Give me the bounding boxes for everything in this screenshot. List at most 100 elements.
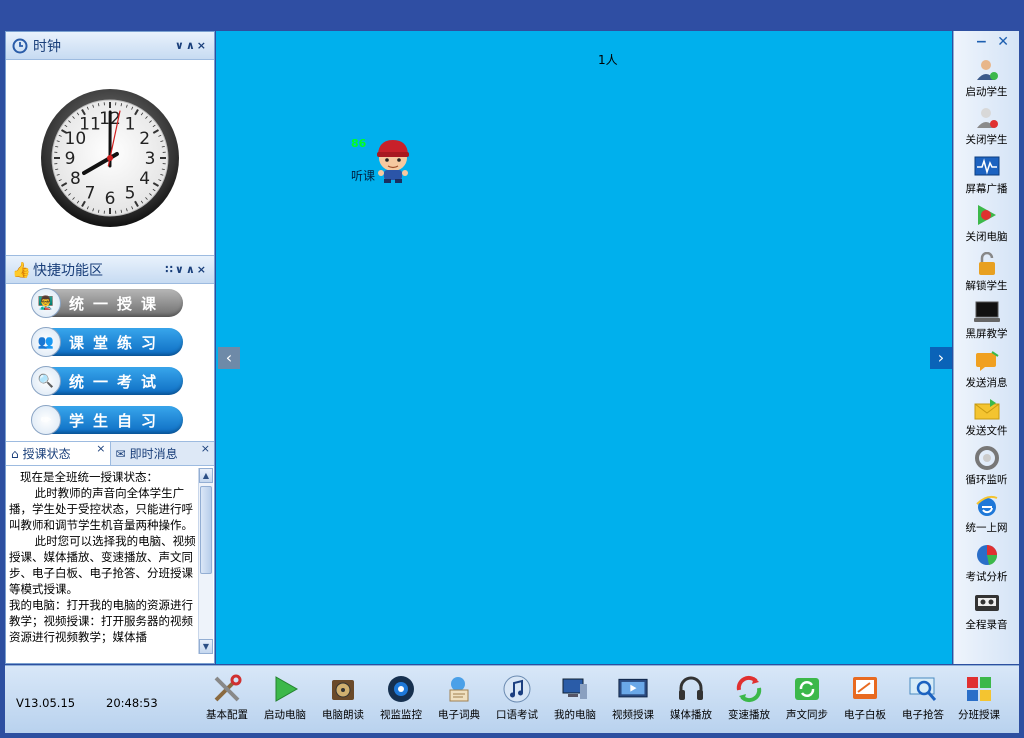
unified-teaching-button[interactable]: 👨‍🏫 统一授课 [31,288,183,318]
tab-label: 授课状态 [22,447,71,461]
clock-numeral: 2 [139,129,150,149]
basic-config-label: 基本配置 [206,709,248,721]
exam-analysis-button[interactable]: 考试分析 [954,538,1019,587]
view-monitor-button[interactable]: 视监监控 [372,674,430,726]
audio-text-sync-button[interactable]: 声文同步 [778,674,836,726]
clock-area: 121234567891011 [6,60,214,256]
clock-numeral: 3 [145,149,156,169]
clock-small-icon [12,38,28,53]
close-student-icon [974,106,1000,130]
speed-play-button[interactable]: 变速播放 [720,674,778,726]
quick-panel-header: 👍 快捷功能区 ∷∨∧× [6,256,214,284]
speed-play-label: 变速播放 [728,709,770,721]
send-file-label: 发送文件 [965,425,1008,437]
clock-numeral: 5 [125,183,136,203]
unified-internet-button[interactable]: 统一上网 [954,490,1019,539]
my-computer-button[interactable]: 我的电脑 [546,674,604,726]
black-screen-button[interactable]: 黑屏教学 [954,296,1019,345]
pencil-icon: ✏ [31,405,61,435]
tab-teaching-status[interactable]: ⌂ 授课状态 × [6,442,111,465]
bottom-toolbar: V13.05.15 20:48:53 基本配置 启动电脑 电脑朗读 视监监控 电… [5,665,1019,733]
shutdown-button[interactable]: 关闭电脑 [954,199,1019,248]
unlock-student-label: 解锁学生 [965,279,1008,292]
quick-function-area: 👨‍🏫 统一授课 👥 课堂练习 🔍 统一考试 ✏ 学生自习 [6,284,214,442]
screen-broadcast-button[interactable]: 屏幕广播 [954,150,1019,199]
message-icon [974,349,1000,373]
unified-teaching-label: 统一授课 [69,294,166,313]
media-play-button[interactable]: 媒体播放 [662,674,720,726]
oral-exam-button[interactable]: 口语考试 [488,674,546,726]
e-quiz-button[interactable]: 电子抢答 [894,674,952,726]
full-recording-label: 全程录音 [965,619,1008,631]
status-line: 我的电脑：打开我的电脑的资源进行教学；视频授课：打开服务器的视频资源进行视频教学… [9,598,193,644]
loop-listen-button[interactable]: 循环监听 [954,441,1019,490]
group-icon: 👥 [31,327,61,357]
send-file-button[interactable]: 发送文件 [954,393,1019,442]
basic-config-button[interactable]: 基本配置 [198,674,256,726]
view-monitor-label: 视监监控 [380,709,422,721]
class-practice-label: 课堂练习 [69,333,166,352]
status-text-box[interactable]: 现在是全班统一授课状态： 此时教师的声音向全体学生广播，学生处于受控状态，只能进… [6,466,214,656]
shutdown-label: 关闭电脑 [965,231,1008,243]
analog-clock: 121234567891011 [41,88,179,227]
clock-panel-title: 时钟 [33,38,61,55]
e-dictionary-button[interactable]: 电子词典 [430,674,488,726]
unlock-student-button[interactable]: 解锁学生 [954,247,1019,296]
panel-controls[interactable]: ∨∧× [175,39,208,52]
clock-numeral: 1 [125,114,136,134]
tab-instant-message[interactable]: ✉ 即时消息 × [111,442,215,465]
video-teaching-button[interactable]: 视频授课 [604,674,662,726]
exam-icon: 🔍 [31,366,61,396]
left-panel: 时钟 ∨∧× 121234567891011 👍 快捷功能区 ∷∨∧× � [5,31,215,664]
close-icon[interactable]: × [96,442,105,455]
unified-exam-button[interactable]: 🔍 统一考试 [31,366,183,396]
chevron-left-icon[interactable]: ‹ [218,347,240,369]
split-class-button[interactable]: 分班授课 [950,674,1008,726]
computer-read-button[interactable]: 电脑朗读 [314,674,372,726]
ie-icon [974,494,1000,518]
computer-read-label: 电脑朗读 [322,709,364,721]
send-message-label: 发送消息 [965,376,1008,389]
window-controls: − ✕ [954,31,1019,53]
version-label: V13.05.15 [16,696,76,710]
start-student-button[interactable]: 启动学生 [954,53,1019,102]
scroll-thumb[interactable] [200,486,212,574]
audio-text-sync-label: 声文同步 [786,709,828,721]
class-practice-button[interactable]: 👥 课堂练习 [31,327,183,357]
panel-controls[interactable]: ∷∨∧× [165,263,208,276]
e-dictionary-label: 电子词典 [438,709,480,721]
self-study-button[interactable]: ✏ 学生自习 [31,405,183,435]
student-status: 听课 [351,169,376,183]
clock-panel-header: 时钟 ∨∧× [6,32,214,60]
e-whiteboard-button[interactable]: 电子白板 [836,674,894,726]
close-icon[interactable]: × [201,442,210,455]
black-screen-icon [973,300,1000,324]
status-line: 现在是全班统一授课状态： [9,470,158,484]
scroll-up-icon[interactable]: ▲ [199,468,213,483]
clock-time: 20:48:53 [106,696,158,710]
pie-chart-icon [974,543,1000,567]
send-message-button[interactable]: 发送消息 [954,344,1019,393]
minimize-icon[interactable]: − [976,34,988,50]
full-recording-button[interactable]: 全程录音 [954,587,1019,636]
tools-icon [212,674,242,704]
chevron-right-icon[interactable]: › [930,347,952,369]
clock-numeral: 9 [65,149,76,169]
clock-numeral: 11 [79,114,101,134]
student-seat[interactable]: 86 听课 [351,136,431,191]
shutdown-icon [974,203,1000,227]
tab-label: 即时消息 [129,447,178,461]
my-computer-label: 我的电脑 [554,709,596,721]
vertical-scrollbar[interactable]: ▲ ▼ [198,468,213,654]
close-icon[interactable]: ✕ [997,34,1009,50]
loop-listen-icon [974,445,1000,470]
self-study-label: 学生自习 [69,411,166,430]
screen-broadcast-label: 屏幕广播 [965,182,1008,195]
start-computer-button[interactable]: 启动电脑 [256,674,314,726]
close-student-button[interactable]: 关闭学生 [954,102,1019,151]
envelope-icon: ✉ [115,446,126,461]
scroll-down-icon[interactable]: ▼ [199,639,213,654]
e-whiteboard-label: 电子白板 [844,709,886,721]
exam-analysis-label: 考试分析 [965,570,1008,583]
unified-exam-label: 统一考试 [69,372,166,391]
